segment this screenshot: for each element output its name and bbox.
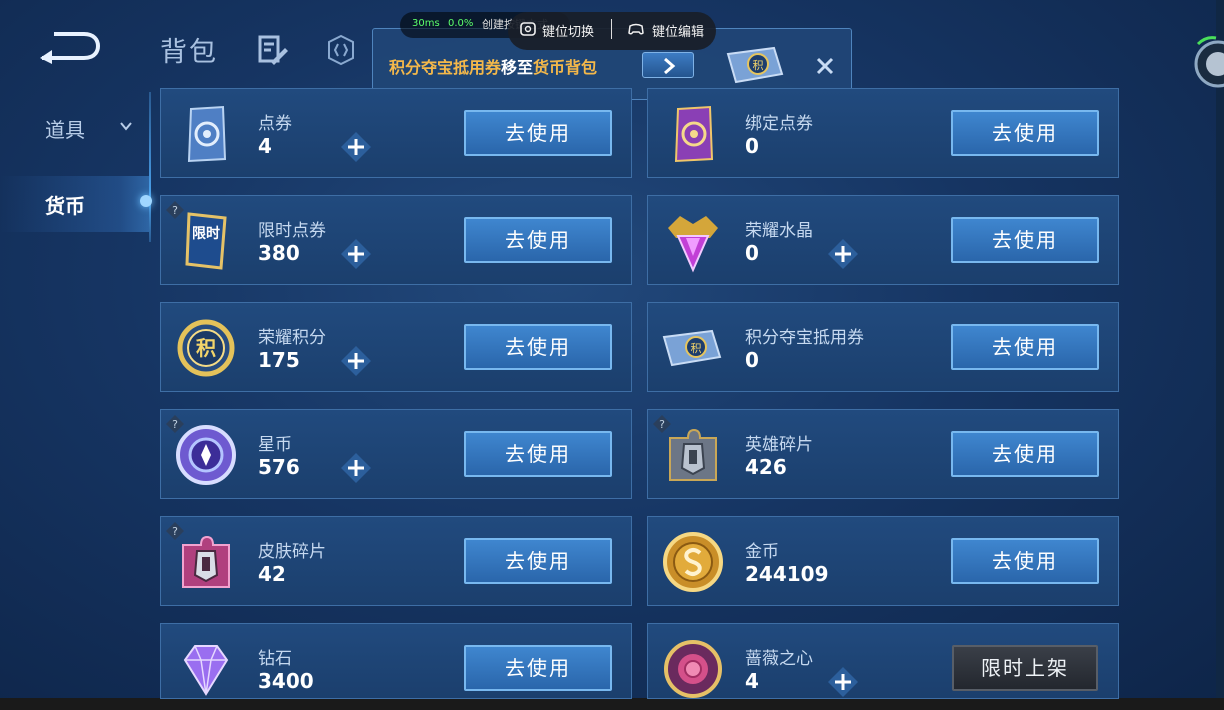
page-title: 背包 xyxy=(160,37,218,68)
bound-coupon-icon xyxy=(674,105,714,163)
gamepad-icon xyxy=(628,23,644,35)
limited-coupon-icon: 限时 xyxy=(185,212,227,270)
menu-orb-icon[interactable] xyxy=(1188,34,1224,90)
item-name: 点券 xyxy=(258,114,292,134)
notice-go-button[interactable] xyxy=(642,52,694,78)
hero-fragment-icon xyxy=(669,428,717,481)
skin-fragment-icon xyxy=(182,535,230,588)
item-name: 蔷薇之心 xyxy=(745,649,813,669)
shield-tab-icon[interactable] xyxy=(326,34,356,66)
notice-text: 积分夺宝抵用券移至货币背包 xyxy=(389,54,597,78)
plus-icon[interactable] xyxy=(826,665,860,699)
currency-card-skin-fragment: ? 皮肤碎片 42 去使用 xyxy=(160,516,632,606)
notice-item: 积分夺宝抵用券 xyxy=(389,58,502,77)
use-button[interactable]: 去使用 xyxy=(951,431,1099,477)
item-count: 0 xyxy=(745,134,759,158)
chevron-down-icon[interactable] xyxy=(118,118,134,134)
item-count: 380 xyxy=(258,241,300,265)
limited-listing-button[interactable]: 限时上架 xyxy=(952,645,1098,691)
ticket-mark: 积 xyxy=(753,59,764,72)
notice-target: 货币背包 xyxy=(533,58,598,77)
use-button[interactable]: 去使用 xyxy=(464,110,612,156)
currency-card-coupon: 点券 4 去使用 xyxy=(160,88,632,178)
use-button[interactable]: 去使用 xyxy=(464,431,612,477)
item-name: 钻石 xyxy=(258,649,292,669)
item-count: 4 xyxy=(258,134,272,158)
item-name: 皮肤碎片 xyxy=(258,542,326,562)
diamond-icon xyxy=(183,645,229,696)
use-button[interactable]: 去使用 xyxy=(951,538,1099,584)
item-count: 4 xyxy=(745,669,759,693)
edit-list-icon[interactable] xyxy=(257,34,289,66)
plus-icon[interactable] xyxy=(826,237,860,271)
key-switch-button[interactable]: 键位切换 xyxy=(542,21,594,40)
plus-icon[interactable] xyxy=(339,344,373,378)
right-edge xyxy=(1216,0,1224,698)
item-name: 金币 xyxy=(745,542,779,562)
notice-mid: 移至 xyxy=(501,58,534,77)
close-icon[interactable] xyxy=(814,55,836,77)
item-name: 星币 xyxy=(258,435,292,455)
currency-card-rose-heart: 蔷薇之心 4 限时上架 xyxy=(647,623,1119,699)
gold-coin-icon xyxy=(663,532,723,592)
use-button[interactable]: 去使用 xyxy=(951,110,1099,156)
use-button[interactable]: 去使用 xyxy=(464,324,612,370)
back-icon[interactable] xyxy=(36,30,102,64)
item-count: 0 xyxy=(745,241,759,265)
use-button[interactable]: 去使用 xyxy=(464,538,612,584)
currency-card-hero-fragment: ? 英雄碎片 426 去使用 xyxy=(647,409,1119,499)
item-name: 绑定点券 xyxy=(745,114,813,134)
sidebar-item-currency[interactable]: 货币 xyxy=(45,190,85,219)
item-count: 426 xyxy=(745,455,787,479)
item-name: 限时点券 xyxy=(258,221,326,241)
item-count: 3400 xyxy=(258,669,314,693)
keyboard-switch-icon xyxy=(520,22,536,36)
use-button[interactable]: 去使用 xyxy=(464,217,612,263)
plus-icon[interactable] xyxy=(339,451,373,485)
voucher-mark: 积 xyxy=(691,342,702,355)
currency-card-diamond: 钻石 3400 去使用 xyxy=(160,623,632,699)
plus-icon[interactable] xyxy=(339,130,373,164)
use-button[interactable]: 去使用 xyxy=(464,645,612,691)
item-count: 42 xyxy=(258,562,286,586)
item-name: 英雄碎片 xyxy=(745,435,813,455)
toolbar-divider xyxy=(611,19,612,39)
sidebar-divider xyxy=(149,92,151,242)
ping-value: 30ms xyxy=(412,18,440,29)
item-count: 0 xyxy=(745,348,759,372)
currency-card-star-coin: ? 星币 576 去使用 xyxy=(160,409,632,499)
chevron-right-icon xyxy=(664,57,676,75)
star-coin-icon xyxy=(176,425,236,485)
coupon-card-icon xyxy=(187,105,227,163)
active-indicator-dot xyxy=(140,195,152,207)
currency-card-gold: 金币 244109 去使用 xyxy=(647,516,1119,606)
item-name: 积分夺宝抵用券 xyxy=(745,328,864,348)
currency-card-lottery-voucher: 积 积分夺宝抵用券 0 去使用 xyxy=(647,302,1119,392)
currency-card-glory-points: 积 荣耀积分 175 去使用 xyxy=(160,302,632,392)
item-count: 576 xyxy=(258,455,300,479)
item-count: 175 xyxy=(258,348,300,372)
use-button[interactable]: 去使用 xyxy=(951,217,1099,263)
voucher-ticket-icon: 积 xyxy=(662,329,722,367)
currency-card-glory-crystal: 荣耀水晶 0 去使用 xyxy=(647,195,1119,285)
loss-value: 0.0% xyxy=(448,18,474,29)
ticket-icon: 积 xyxy=(726,46,784,84)
currency-card-limited-coupon: ? 限时 限时点券 380 去使用 xyxy=(160,195,632,285)
glory-points-icon: 积 xyxy=(177,319,235,377)
plus-icon[interactable] xyxy=(339,237,373,271)
rose-heart-icon xyxy=(664,640,722,698)
key-edit-button[interactable]: 键位编辑 xyxy=(652,21,704,40)
crystal-icon xyxy=(668,216,718,273)
use-button[interactable]: 去使用 xyxy=(951,324,1099,370)
currency-card-bound-coupon: 绑定点券 0 去使用 xyxy=(647,88,1119,178)
points-mark: 积 xyxy=(196,336,216,360)
item-name: 荣耀积分 xyxy=(258,328,326,348)
item-count: 244109 xyxy=(745,562,829,586)
item-name: 荣耀水晶 xyxy=(745,221,813,241)
limit-mark: 限时 xyxy=(192,225,220,242)
sidebar-item-props[interactable]: 道具 xyxy=(45,114,85,143)
